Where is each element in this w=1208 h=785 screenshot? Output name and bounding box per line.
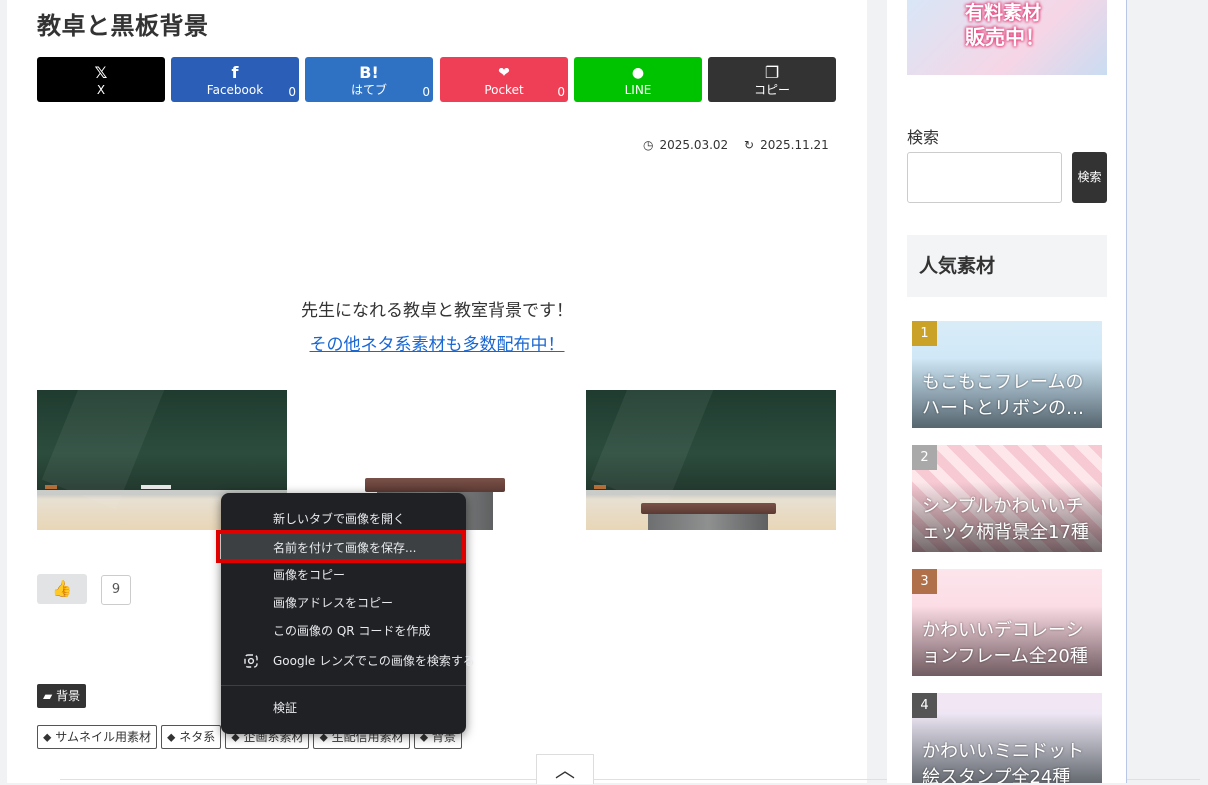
share-buttons: 𝕏 X f Facebook 0 B! はてブ 0 ❤ Pocket 0 ● L…: [37, 57, 837, 102]
google-lens-icon: [244, 654, 258, 668]
menu-copy-image[interactable]: 画像をコピー: [273, 562, 345, 588]
intro-link[interactable]: その他ネタ系素材も多数配布中！: [7, 330, 867, 355]
share-hatena-count: 0: [422, 85, 430, 99]
menu-open-image-new-tab[interactable]: 新しいタブで画像を開く: [273, 506, 405, 532]
share-x-label: X: [96, 83, 106, 97]
category-badge[interactable]: ▰ 背景: [37, 684, 87, 708]
ranking-item[interactable]: 2 シンプルかわいいチェック柄背景全17種: [912, 445, 1102, 552]
category-label: 背景: [56, 689, 81, 703]
pocket-icon: ❤: [498, 65, 510, 81]
facebook-icon: f: [231, 63, 239, 82]
search-input[interactable]: [907, 152, 1062, 203]
rank-title: シンプルかわいいチェック柄背景全17種: [922, 496, 1089, 543]
thumbs-up-icon: 👍: [52, 579, 72, 598]
folder-icon: ▰: [43, 689, 53, 703]
copy-icon: ❐: [764, 63, 780, 82]
share-line-label: LINE: [624, 83, 652, 97]
published-date: 2025.03.02: [659, 138, 729, 152]
rank-title: もこもこフレームのハートとリボンの…: [922, 372, 1084, 419]
intro: 先生になれる教卓と教室背景です！ その他ネタ系素材も多数配布中！: [7, 296, 867, 355]
rank-number: 4: [912, 693, 937, 718]
clock-icon: ◷: [643, 138, 654, 152]
ranking-item[interactable]: 4 かわいいミニドット絵スタンプ全24種: [912, 693, 1102, 783]
popular-widget-title: 人気素材: [907, 235, 1107, 297]
sidebar: 有料素材 販売中！ 検索 検索 人気素材 1 もこもこフレームのハートとリボンの…: [887, 0, 1127, 783]
share-facebook-count: 0: [288, 85, 296, 99]
menu-separator: [221, 685, 466, 686]
chevron-up-icon: ︿: [555, 758, 575, 782]
share-copy-label: コピー: [753, 83, 790, 97]
tag-item[interactable]: ⬥ サムネイル用素材: [37, 725, 157, 749]
like-button[interactable]: 👍: [37, 574, 87, 604]
like-count: 9: [101, 575, 131, 605]
menu-inspect[interactable]: 検証: [273, 695, 297, 721]
share-pocket-button[interactable]: ❤ Pocket 0: [440, 57, 568, 102]
rank-number: 3: [912, 569, 937, 594]
tag-item[interactable]: ⬥ ネタ系: [160, 725, 222, 749]
share-facebook-button[interactable]: f Facebook 0: [171, 57, 299, 102]
share-x-button[interactable]: 𝕏 X: [37, 57, 165, 102]
updated-date: 2025.11.21: [760, 138, 829, 152]
highlight-annotation-box: [216, 530, 466, 563]
intro-text: 先生になれる教卓と教室背景です！: [301, 301, 573, 321]
share-line-button[interactable]: ● LINE: [574, 57, 702, 102]
scroll-to-top-button[interactable]: ︿: [536, 754, 594, 784]
share-copy-button[interactable]: ❐ コピー: [708, 57, 836, 102]
search-label: 検索: [907, 128, 940, 147]
share-pocket-label: Pocket: [484, 83, 524, 97]
banner-line1: 有料素材: [965, 2, 1042, 24]
line-icon: ●: [631, 65, 645, 81]
rank-number: 1: [912, 321, 937, 346]
paid-material-banner[interactable]: 有料素材 販売中！: [907, 0, 1107, 75]
tag-label: ネタ系: [179, 730, 216, 744]
x-logo-icon: 𝕏: [94, 63, 108, 82]
menu-search-google-lens[interactable]: Google レンズでこの画像を検索する: [273, 648, 475, 674]
page-title: 教卓と黒板背景: [37, 12, 209, 40]
banner-line2: 販売中！: [965, 25, 1045, 49]
ranking-item[interactable]: 3 かわいいデコレーションフレーム全20種: [912, 569, 1102, 676]
tag-label: サムネイル用素材: [55, 730, 151, 744]
hatena-icon: B!: [359, 63, 379, 82]
history-icon: ↻: [744, 138, 755, 152]
ranking-item[interactable]: 1 もこもこフレームのハートとリボンの…: [912, 321, 1102, 428]
rank-title: かわいいデコレーションフレーム全20種: [922, 620, 1088, 667]
post-dates: ◷ 2025.03.02 ↻ 2025.11.21: [643, 138, 835, 152]
share-hatena-label: はてブ: [350, 83, 387, 97]
rank-title: かわいいミニドット絵スタンプ全24種: [922, 741, 1084, 783]
share-pocket-count: 0: [557, 85, 565, 99]
share-facebook-label: Facebook: [206, 83, 264, 97]
share-hatena-button[interactable]: B! はてブ 0: [305, 57, 433, 102]
menu-create-qr-code[interactable]: この画像の QR コードを作成: [273, 618, 430, 644]
blackboard-image-right[interactable]: [586, 390, 836, 530]
search-button[interactable]: 検索: [1072, 152, 1107, 203]
rank-number: 2: [912, 445, 937, 470]
menu-copy-image-address[interactable]: 画像アドレスをコピー: [273, 590, 393, 616]
